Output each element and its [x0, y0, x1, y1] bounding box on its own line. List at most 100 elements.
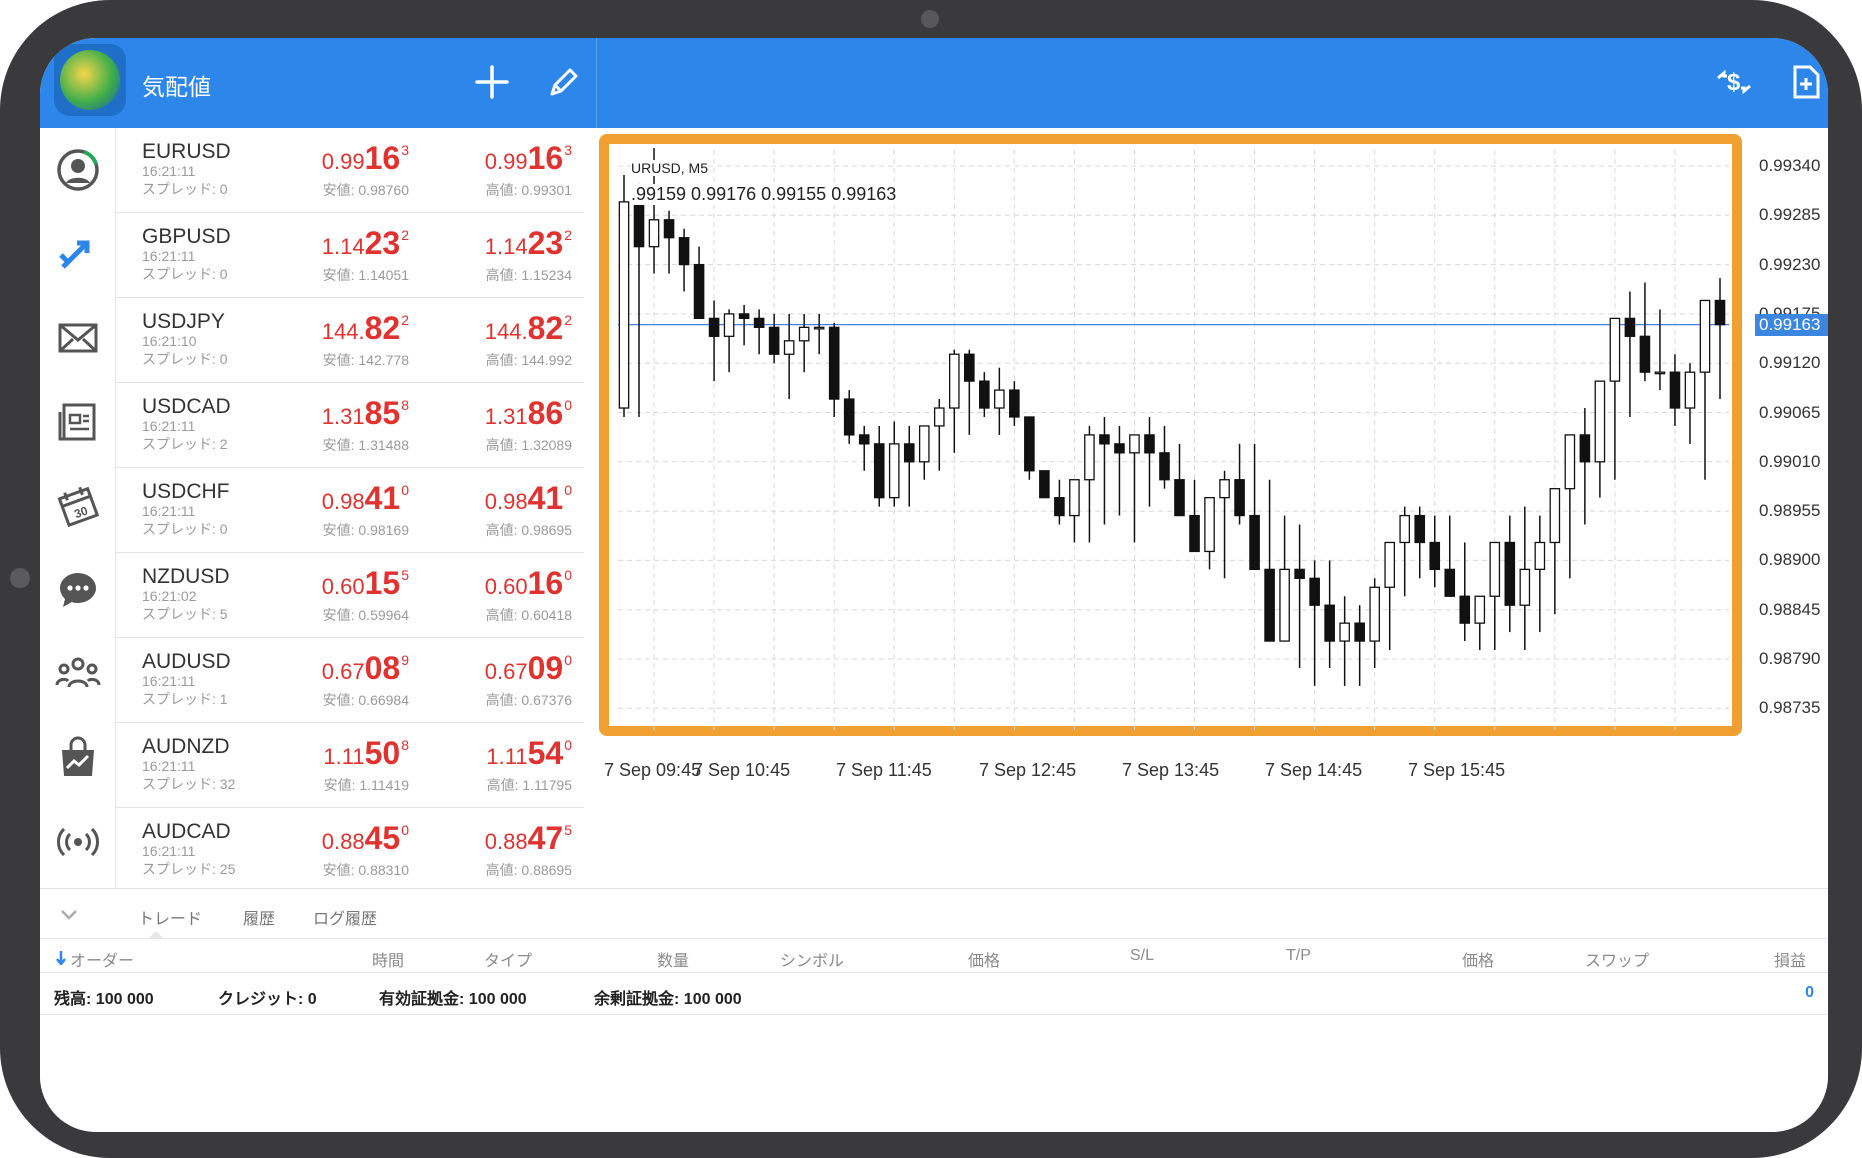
candle-bull	[1684, 371, 1696, 409]
quote-symbol: AUDUSD	[142, 650, 231, 673]
candle-bull	[798, 326, 810, 342]
quote-row[interactable]: EURUSD 16:21:11 スプレッド: 0 0.99163 0.99163 安値: …	[116, 128, 584, 213]
candle-bull	[1489, 541, 1501, 597]
price-tick: 0.98790	[1759, 649, 1821, 668]
quote-symbol: AUDCAD	[142, 820, 231, 843]
dollar-exchange-icon: $	[1717, 69, 1751, 96]
ask-price[interactable]: 1.11540	[486, 735, 572, 772]
top-bar: 気配値 $	[40, 38, 1828, 128]
quote-row[interactable]: AUDNZD 16:21:11 スプレッド: 32 1.11508 1.11540 安値:…	[116, 723, 584, 808]
candle-bear	[1054, 497, 1065, 517]
col-profit[interactable]: 損益	[1774, 947, 1806, 971]
time-tick: 7 Sep 10:45	[693, 760, 791, 780]
trade-button[interactable]: $	[1712, 60, 1756, 104]
quote-time: 16:21:02	[142, 588, 197, 604]
bid-price[interactable]: 1.31858	[322, 395, 409, 432]
quote-time: 16:21:11	[142, 248, 196, 264]
broadcast-icon	[57, 827, 99, 857]
newspaper-icon	[58, 403, 96, 441]
col-type[interactable]: タイプ	[484, 947, 532, 971]
ask-price[interactable]: 1.31860	[485, 395, 572, 432]
quote-row[interactable]: GBPUSD 16:21:11 スプレッド: 0 1.14232 1.14232 安値: …	[116, 213, 584, 298]
nav-news[interactable]	[52, 396, 104, 448]
equity: 有効証拠金: 100 000	[379, 991, 527, 1008]
col-time[interactable]: 時間	[372, 947, 404, 971]
quote-time: 16:21:11	[142, 163, 196, 179]
quote-high: 高値: 1.11795	[486, 777, 572, 793]
quote-row[interactable]: USDCHF 16:21:11 スプレッド: 0 0.98410 0.98410 安値: …	[116, 468, 584, 553]
quote-row[interactable]: AUDUSD 16:21:11 スプレッド: 1 0.67089 0.67090 安値: …	[116, 638, 584, 723]
nav-mail[interactable]	[52, 312, 104, 364]
col-volume[interactable]: 数量	[657, 947, 689, 971]
quote-row[interactable]: AUDCAD 16:21:11 スプレッド: 25 0.88450 0.88475 安値:…	[116, 808, 584, 888]
time-tick: 7 Sep 11:45	[836, 760, 932, 780]
ask-price[interactable]: 0.67090	[485, 650, 572, 687]
col-order[interactable]: オーダー	[70, 947, 134, 971]
bid-price[interactable]: 144.822	[322, 310, 409, 347]
add-symbol-button[interactable]	[470, 60, 514, 104]
ask-price[interactable]: 0.98410	[485, 480, 572, 517]
tab-journal[interactable]: ログ履歴	[313, 905, 377, 929]
candle-bull	[1129, 434, 1140, 454]
nav-chat[interactable]	[52, 564, 104, 616]
quote-row[interactable]: NZDUSD 16:21:02 スプレッド: 5 0.60155 0.60160 安値: …	[116, 553, 584, 638]
tab-trade[interactable]: トレード	[138, 905, 202, 929]
candle-bull	[948, 353, 960, 409]
chevron-down-icon[interactable]	[58, 903, 80, 925]
nav-quotes[interactable]	[52, 228, 104, 280]
edit-button[interactable]	[542, 60, 586, 104]
bid-price[interactable]: 0.98410	[322, 480, 409, 517]
ask-price[interactable]: 144.822	[485, 310, 572, 347]
quote-row[interactable]: USDCAD 16:21:11 スプレッド: 2 1.31858 1.31860 安値: …	[116, 383, 584, 468]
calendar-icon: 30	[57, 486, 100, 528]
nav-community[interactable]	[52, 648, 104, 700]
candle-bull	[1534, 541, 1546, 571]
new-order-button[interactable]	[1784, 60, 1828, 104]
ask-price[interactable]: 1.14232	[485, 225, 572, 262]
col-tp[interactable]: T/P	[1286, 947, 1311, 965]
tab-history[interactable]: 履歴	[243, 905, 275, 929]
candle-bull	[1519, 568, 1531, 606]
bid-price[interactable]: 0.88450	[322, 820, 409, 857]
ask-price[interactable]: 0.60160	[485, 565, 572, 602]
app-logo-icon[interactable]	[54, 44, 126, 116]
nav-account[interactable]	[52, 144, 104, 196]
candle-bull	[888, 443, 900, 499]
quote-high: 高値: 0.98695	[485, 522, 572, 538]
chart-panel[interactable]: URUSD, M5 .99159 0.99176 0.99155 0.99163…	[596, 128, 1828, 888]
ask-price[interactable]: 0.99163	[485, 140, 572, 177]
time-tick: 7 Sep 15:45	[1408, 760, 1506, 780]
bid-price[interactable]: 1.11508	[323, 735, 409, 772]
ask-price[interactable]: 0.88475	[485, 820, 572, 857]
candle-bear	[1459, 595, 1471, 624]
quote-low: 安値: 1.11419	[323, 777, 409, 793]
bid-price[interactable]: 1.14232	[322, 225, 409, 262]
col-price[interactable]: 価格	[968, 947, 1000, 971]
nav-signals[interactable]	[52, 816, 104, 868]
col-swap[interactable]: スワップ	[1585, 947, 1649, 971]
time-tick: 7 Sep 14:45	[1265, 760, 1363, 780]
nav-calendar[interactable]: 30	[52, 480, 104, 532]
bid-price[interactable]: 0.99163	[322, 140, 409, 177]
sort-arrow-icon[interactable]	[56, 951, 66, 965]
quote-low: 安値: 142.778	[322, 352, 409, 368]
quote-low: 安値: 0.59964	[322, 607, 409, 623]
quote-row[interactable]: USDJPY 16:21:10 スプレッド: 0 144.822 144.822 安値: …	[116, 298, 584, 383]
free-margin: 余剰証拠金: 100 000	[594, 991, 742, 1008]
candle-bear	[1504, 541, 1516, 606]
col-sl[interactable]: S/L	[1130, 947, 1154, 965]
nav-market[interactable]	[52, 732, 104, 784]
orders-header: オーダー 時間 タイプ 数量 シンボル 価格 S/L T/P 価格 スワップ 損…	[40, 939, 1828, 973]
candle-bear	[1414, 514, 1426, 544]
bid-price[interactable]: 0.67089	[322, 650, 409, 687]
col-current-price[interactable]: 価格	[1462, 947, 1494, 971]
candle-bear	[663, 219, 675, 239]
candle-bull	[1369, 586, 1380, 642]
bid-price[interactable]: 0.60155	[322, 565, 409, 602]
col-symbol[interactable]: シンボル	[780, 947, 844, 971]
quote-low: 安値: 0.98169	[322, 522, 409, 538]
quote-symbol: USDJPY	[142, 310, 225, 333]
app-screen: 気配値 $ 30 EURUSD 16:21:11 スプレッド: 0 0.9916…	[40, 38, 1828, 1132]
price-tick: 0.99340	[1759, 156, 1821, 175]
quote-symbol: GBPUSD	[142, 225, 231, 248]
